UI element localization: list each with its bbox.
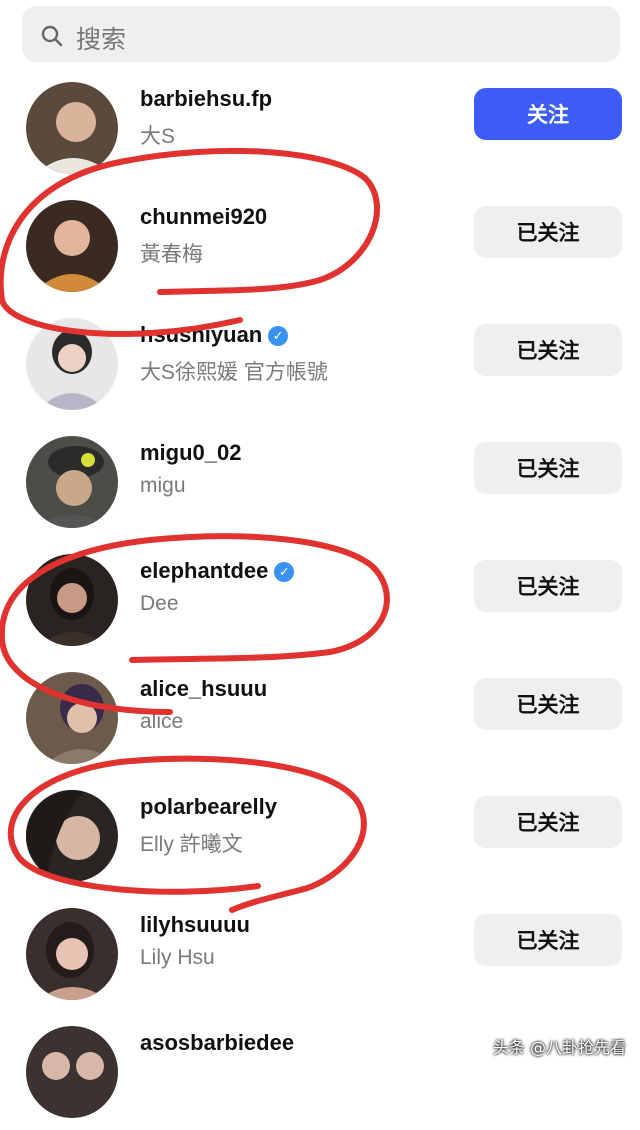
username[interactable]: asosbarbiedee [140,1030,294,1056]
search-placeholder: 搜索 [76,26,127,54]
avatar[interactable] [26,82,118,174]
display-name: Dee [140,592,179,615]
following-button[interactable]: 已关注 [474,796,622,848]
display-name: 黃春梅 [140,243,203,266]
list-item[interactable]: barbiehsu.fp 大S 关注 [0,68,640,186]
avatar[interactable] [26,908,118,1000]
list-item[interactable]: polarbearelly Elly 許曦文 已关注 [0,776,640,894]
follow-button[interactable]: 关注 [474,88,622,140]
verified-badge-icon: ✓ [268,326,289,346]
username[interactable]: migu0_02 [140,440,242,466]
avatar[interactable] [26,554,118,646]
display-name: 大S徐熙媛 官方帳號 [140,361,328,384]
list-item[interactable]: asosbarbiedee [0,1012,640,1130]
following-button[interactable]: 已关注 [474,560,622,612]
username[interactable]: elephantdee ✓ [140,558,295,584]
list-item[interactable]: migu0_02 migu 已关注 [0,422,640,540]
list-item[interactable]: lilyhsuuuu Lily Hsu 已关注 [0,894,640,1012]
display-name: Elly 許曦文 [140,833,243,856]
following-button[interactable]: 已关注 [474,442,622,494]
avatar[interactable] [26,790,118,882]
avatar[interactable] [26,318,118,410]
username[interactable]: chunmei920 [140,204,267,230]
list-item[interactable]: elephantdee ✓ Dee 已关注 [0,540,640,658]
following-button[interactable]: 已关注 [474,678,622,730]
display-name: alice [140,710,184,733]
display-name: Lily Hsu [140,946,215,969]
username[interactable]: polarbearelly [140,794,277,820]
display-name: migu [140,474,186,497]
username[interactable]: hsushiyuan ✓ [140,322,289,348]
username[interactable]: barbiehsu.fp [140,86,272,112]
watermark: 头条 @八卦抢先看 [492,1038,626,1057]
list-item[interactable]: chunmei920 黃春梅 已关注 [0,186,640,304]
list-item[interactable]: hsushiyuan ✓ 大S徐熙媛 官方帳號 已关注 [0,304,640,422]
following-button[interactable]: 已关注 [474,914,622,966]
following-button[interactable]: 已关注 [474,206,622,258]
display-name: 大S [140,125,176,148]
username[interactable]: alice_hsuuu [140,676,267,702]
avatar[interactable] [26,200,118,292]
verified-badge-icon: ✓ [274,562,295,582]
avatar[interactable] [26,436,118,528]
following-button[interactable]: 已关注 [474,324,622,376]
search-icon [40,24,64,53]
avatar[interactable] [26,1026,118,1118]
username[interactable]: lilyhsuuuu [140,912,250,938]
list-item[interactable]: alice_hsuuu alice 已关注 [0,658,640,776]
search-bar[interactable]: 搜索 [22,6,620,62]
avatar[interactable] [26,672,118,764]
